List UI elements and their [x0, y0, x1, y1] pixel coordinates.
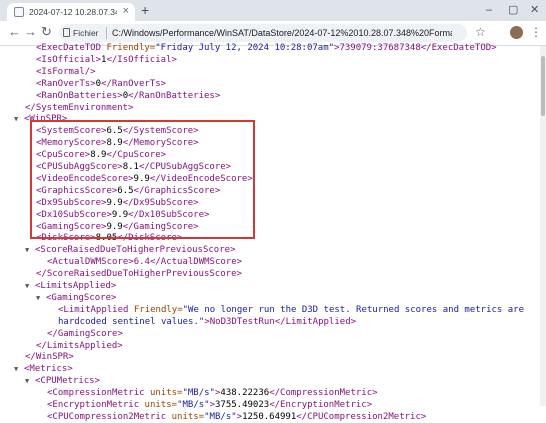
xml-tag: </RanOnBatteries> — [128, 90, 221, 101]
metric-value: 438.22236 — [220, 388, 270, 399]
forward-button[interactable]: → — [24, 24, 37, 40]
xml-tag: </ScoreRaisedDueToHigherPreviousScore> — [36, 269, 242, 280]
address-bar[interactable]: Fichier C:/Windows/Performance/WinSAT/Da… — [59, 24, 467, 42]
xml-tag: </LimitsApplied> — [36, 340, 123, 351]
profile-avatar[interactable] — [510, 26, 523, 39]
site-info-chip[interactable]: Fichier — [63, 26, 99, 40]
window-close-button[interactable]: ✕ — [530, 2, 539, 18]
xml-attr-value: "MB/s" — [177, 400, 210, 410]
xml-line: </GamingScore> — [47, 328, 123, 340]
xml-tag: <CPUMetrics> — [35, 376, 101, 387]
xml-tag: <RanOnBatteries> — [36, 90, 123, 101]
xml-line: ▼ <ScoreRaisedDueToHigherPreviousScore> — [25, 244, 236, 256]
back-button[interactable]: ← — [8, 24, 21, 40]
bookmark-star-icon[interactable]: ☆ — [475, 24, 486, 40]
xml-tag: </EncryptionMetric> — [269, 400, 373, 410]
xml-tag: </RanOverTs> — [101, 78, 167, 89]
xml-attr-value: "Friday July 12, 2024 10:28:07am" — [155, 43, 335, 53]
metric-value: 3755.49023 — [215, 400, 270, 410]
divider — [106, 27, 107, 39]
xml-tag: <IsFormal/> — [36, 66, 96, 77]
xml-tag: <CPUCompression2Metric — [47, 411, 172, 422]
xml-line: <IsOfficial>1</IsOfficial> — [36, 54, 177, 66]
maximize-button[interactable]: ▢ — [508, 2, 518, 18]
xml-line: </SystemEnvironment> — [25, 102, 133, 114]
expand-toggle-icon[interactable]: ▼ — [14, 113, 24, 125]
browser-tab[interactable]: 2024-07-12 10.28.07.348 Formal × — [7, 3, 135, 21]
xml-attr: units= — [171, 411, 205, 422]
xml-line: ▼ <GamingScore> — [36, 292, 117, 304]
expand-toggle-icon[interactable]: ▼ — [25, 375, 35, 387]
xml-tag: </CPUCompression2Metric> — [296, 411, 427, 422]
tab-title: 2024-07-12 10.28.07.348 Formal — [29, 7, 117, 17]
xml-tag: <ActualDWMScore>6.4</ActualDWMScore> — [47, 257, 243, 268]
xml-line: <LimitApplied Friendly="We no longer run… — [58, 304, 524, 316]
tab-strip: 2024-07-12 10.28.07.348 Formal × + – ▢ ✕ — [0, 0, 546, 21]
xml-attr-value: "MB/s" — [182, 388, 215, 399]
close-tab-icon[interactable]: × — [123, 5, 129, 17]
file-icon — [14, 7, 24, 17]
new-tab-button[interactable]: + — [141, 2, 149, 18]
xml-line: ▼ <Metrics> — [14, 363, 73, 375]
xml-tag: >NoD3DTestRun</LimitApplied> — [204, 316, 357, 327]
xml-tag: <LimitApplied — [58, 304, 134, 315]
metric-value: 1250.64991 — [242, 411, 297, 422]
xml-attr-value: "We no longer run the D3D test. Returned… — [182, 304, 525, 315]
xml-tag: <IsOfficial> — [36, 54, 102, 65]
expand-toggle-icon[interactable]: ▼ — [36, 292, 46, 304]
xml-line: ▼ <CPUMetrics> — [25, 375, 101, 387]
xml-tag: <GamingScore> — [46, 292, 117, 303]
xml-line: ▼ <LimitsApplied> — [25, 280, 117, 292]
site-info-label: Fichier — [73, 28, 99, 38]
file-icon — [63, 28, 70, 37]
xml-attr-value: hardcoded sentinel values." — [58, 316, 205, 327]
xml-tag: >739079:37687348</ExecDateTOD> — [334, 43, 497, 53]
expand-toggle-icon[interactable]: ▼ — [25, 244, 35, 256]
xml-attr: Friendly= — [133, 304, 183, 315]
xml-tag: <ScoreRaisedDueToHigherPreviousScore> — [35, 245, 236, 256]
xml-line: <RanOverTs>0</RanOverTs> — [36, 78, 166, 90]
xml-tag: <RanOverTs> — [36, 78, 96, 89]
expand-toggle-icon[interactable]: ▼ — [25, 280, 35, 292]
xml-line: hardcoded sentinel values.">NoD3DTestRun… — [58, 316, 356, 328]
xml-attr-value: "MB/s" — [204, 411, 237, 422]
xml-line: <ExecDateTOD Friendly="Friday July 12, 2… — [36, 42, 497, 54]
xml-attr: Friendly= — [106, 43, 156, 53]
xml-tag: </WinSPR> — [25, 352, 74, 363]
xml-tag: </SystemEnvironment> — [25, 102, 134, 113]
xml-tag: <Metrics> — [24, 364, 73, 375]
reload-button[interactable]: ↻ — [41, 24, 52, 40]
xml-tag: <LimitsApplied> — [35, 281, 117, 291]
xml-tag: <CompressionMetric — [47, 388, 150, 399]
xml-attr: units= — [149, 388, 183, 399]
metric-line: <CPUCompression2Metric units="MB/s">1250… — [47, 411, 426, 423]
xml-tag: <ExecDateTOD — [36, 43, 107, 53]
xml-attr: units= — [144, 400, 178, 410]
metric-line: <CompressionMetric units="MB/s">438.2223… — [47, 387, 378, 399]
scrollbar[interactable] — [540, 46, 546, 406]
url-text[interactable]: C:/Windows/Performance/WinSAT/DataStore/… — [112, 26, 452, 40]
xml-tag: </CompressionMetric> — [269, 388, 378, 399]
menu-icon[interactable]: ⋮ — [530, 24, 542, 40]
minimize-button[interactable]: – — [486, 2, 492, 18]
xml-line: <RanOnBatteries>0</RanOnBatteries> — [36, 90, 220, 102]
xml-tag: </IsOfficial> — [106, 54, 177, 65]
xml-line: </WinSPR> — [25, 351, 74, 363]
scrollbar-thumb[interactable] — [541, 56, 545, 116]
xml-tag: <EncryptionMetric — [47, 400, 145, 410]
xml-line: <ActualDWMScore>6.4</ActualDWMScore> — [47, 256, 242, 268]
expand-toggle-icon[interactable]: ▼ — [14, 363, 24, 375]
xml-line: </ScoreRaisedDueToHigherPreviousScore> — [36, 268, 242, 280]
scores-highlight — [30, 120, 255, 239]
xml-tag: </GamingScore> — [47, 328, 123, 339]
xml-line: </LimitsApplied> — [36, 340, 123, 352]
metric-line: <EncryptionMetric units="MB/s">3755.4902… — [47, 399, 372, 411]
xml-line: <IsFormal/> — [36, 66, 96, 78]
